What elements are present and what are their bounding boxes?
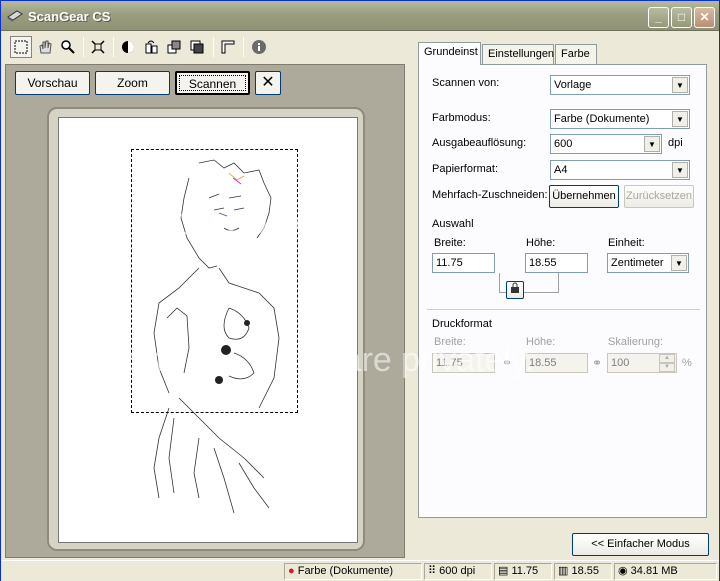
window-title: ScanGear CS	[28, 9, 111, 24]
chevron-down-icon: ▼	[672, 111, 688, 127]
resolution-select[interactable]: 600 ▼	[550, 134, 662, 154]
marquee-tool-icon[interactable]	[10, 36, 32, 58]
multicrop-label: Mehrfach-Zuschneiden:	[432, 189, 548, 201]
resolution-value: 600	[554, 138, 573, 150]
mirror-icon[interactable]	[117, 36, 139, 58]
status-resolution: ⠿ 600 dpi	[424, 563, 492, 580]
ruler-icon[interactable]	[217, 36, 239, 58]
crop-selection-frame[interactable]	[131, 149, 298, 413]
paper-size-select[interactable]: A4 ▼	[550, 160, 690, 180]
chain-link-icon: ⚭	[502, 356, 513, 370]
copy-icon[interactable]	[186, 36, 208, 58]
spin-up-icon[interactable]: ▲	[659, 354, 675, 363]
disk-icon: ◉	[618, 565, 628, 577]
resolution-label: Ausgabeauflösung:	[432, 137, 527, 149]
tab-settings[interactable]: Einstellungen	[482, 44, 554, 64]
toolbar-separator	[213, 37, 214, 57]
source-select[interactable]: Vorlage ▼	[550, 75, 690, 95]
print-height-input[interactable]: 18.55	[525, 353, 588, 373]
status-width: ▤ 11.75	[494, 563, 552, 580]
scale-stepper[interactable]: ▲ ▼	[659, 354, 675, 372]
crop-fit-icon[interactable]	[87, 36, 109, 58]
preview-panel: Vorschau Zoom Scannen ✕	[5, 64, 405, 558]
selection-title: Auswahl	[432, 218, 474, 230]
settings-panel: Grundeinst Einstellungen Farbe Scannen v…	[406, 34, 719, 558]
status-height: ▥ 18.55	[554, 563, 612, 580]
chevron-down-icon: ▼	[672, 77, 688, 93]
reset-button[interactable]: Zurücksetzen	[624, 185, 694, 208]
colormode-select[interactable]: Farbe (Dokumente) ▼	[550, 109, 690, 129]
cancel-icon[interactable]: ✕	[255, 71, 281, 95]
source-label: Scannen von:	[432, 77, 500, 89]
scan-button[interactable]: Scannen	[175, 71, 250, 95]
print-width-input[interactable]: 11.75	[432, 353, 495, 373]
scanner-app-icon	[7, 10, 23, 22]
width-input[interactable]: 11.75	[432, 253, 495, 273]
toolbar-separator	[243, 37, 244, 57]
print-title: Druckformat	[432, 318, 492, 330]
print-height-label: Höhe:	[526, 336, 556, 348]
preview-frame	[47, 107, 365, 551]
width-label: Breite:	[434, 237, 466, 249]
height-label: Höhe:	[526, 237, 556, 249]
unit-label: Einheit:	[608, 237, 645, 249]
tab-basic[interactable]: Grundeinst	[418, 42, 481, 65]
dots-grid-icon: ⠿	[428, 565, 437, 577]
zoom-button[interactable]: Zoom	[95, 71, 170, 95]
preview-toolbar	[5, 33, 405, 61]
simple-mode-button[interactable]: << Einfacher Modus	[572, 533, 709, 556]
minimize-button[interactable]: _	[648, 7, 669, 28]
unit-select[interactable]: Zentimeter ▼	[607, 253, 689, 273]
chain-link-icon: ⚭	[592, 356, 603, 370]
toolbar-separator	[113, 37, 114, 57]
hand-tool-icon[interactable]	[34, 36, 56, 58]
separator	[427, 309, 700, 310]
info-icon[interactable]	[248, 36, 270, 58]
colormode-value: Farbe (Dokumente)	[554, 113, 650, 125]
lock-icon[interactable]	[506, 281, 524, 299]
colormode-label: Farbmodus:	[432, 112, 491, 124]
tab-color[interactable]: Farbe	[555, 44, 597, 64]
height-input[interactable]: 18.55	[525, 253, 588, 273]
width-ruler-icon: ▤	[498, 565, 509, 577]
maximize-button[interactable]: □	[671, 7, 692, 28]
spin-down-icon[interactable]: ▼	[659, 363, 675, 372]
chevron-down-icon: ▼	[672, 162, 688, 178]
scale-label: Skalierung:	[608, 336, 664, 348]
chevron-down-icon: ▼	[671, 255, 687, 271]
height-ruler-icon: ▥	[558, 565, 569, 577]
multi-crop-icon[interactable]	[163, 36, 185, 58]
scangear-window: ScanGear CS _ □ ✕ Vorschau Zoom Scannen …	[0, 0, 720, 581]
source-value: Vorlage	[554, 79, 592, 91]
chevron-down-icon: ▼	[644, 136, 660, 152]
print-width-label: Breite:	[434, 336, 466, 348]
title-bar[interactable]: ScanGear CS _ □ ✕	[1, 1, 719, 31]
paper-size-value: A4	[554, 164, 568, 176]
preview-image[interactable]	[58, 117, 358, 543]
resolution-unit: dpi	[668, 137, 683, 149]
rotate-icon[interactable]	[140, 36, 162, 58]
status-size-text: 34.81 MB	[630, 565, 678, 577]
zoom-tool-icon[interactable]	[57, 36, 79, 58]
status-colormode: ● Farbe (Dokumente)	[284, 563, 422, 580]
preview-button[interactable]: Vorschau	[15, 71, 90, 95]
status-width-text: 11.75	[511, 565, 539, 577]
status-bar: ● Farbe (Dokumente) ⠿ 600 dpi ▤ 11.75 ▥ …	[1, 560, 719, 581]
status-colormode-text: Farbe (Dokumente)	[297, 565, 394, 577]
status-size: ◉ 34.81 MB	[614, 563, 717, 580]
apply-button[interactable]: Übernehmen	[549, 185, 619, 208]
unit-value: Zentimeter	[611, 257, 664, 269]
paper-size-label: Papierformat:	[432, 163, 499, 175]
toolbar-separator	[83, 37, 84, 57]
basic-tab-page: Scannen von: Vorlage ▼ Farbmodus: Farbe (…	[418, 64, 707, 518]
close-button[interactable]: ✕	[694, 7, 715, 28]
color-dots-icon: ●	[288, 565, 295, 577]
status-resolution-text: 600 dpi	[439, 565, 476, 577]
scale-unit: %	[682, 357, 692, 369]
status-height-text: 18.55	[571, 565, 599, 577]
